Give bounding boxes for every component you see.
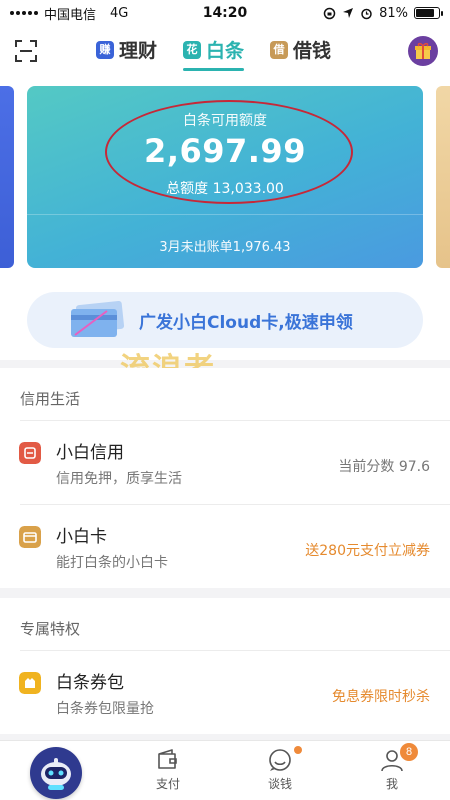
location-icon <box>343 8 354 18</box>
card-promo-text: 送280元支付立减券 <box>305 543 430 559</box>
scan-icon[interactable] <box>14 39 38 63</box>
network-type: 4G <box>110 5 129 21</box>
tab-baitiao[interactable]: 花白条 <box>183 36 245 71</box>
row-title: 小白卡 <box>56 527 107 547</box>
credit-score: 当前分数 97.6 <box>338 459 430 475</box>
tab-licai[interactable]: 赚理财 <box>96 36 157 69</box>
list-item-coupon-pack[interactable]: 白条券包 白条券包限量抢 免息券限时秒杀 <box>0 650 450 734</box>
status-bar: 中国电信 4G 14:20 81% <box>0 0 450 26</box>
alarm-icon <box>361 8 372 19</box>
total-limit: 总额度 13,033.00 <box>166 181 284 197</box>
promo-banner[interactable]: 广发小白Cloud卡,极速申领 <box>27 292 423 348</box>
notification-count-badge: 8 <box>400 743 418 761</box>
bottom-tab-bar: 支付 谈钱 我 8 <box>0 740 450 800</box>
robot-assistant-icon[interactable] <box>30 747 82 799</box>
tab-label: 谈钱 <box>267 777 292 791</box>
available-limit-amount: 2,697.99 <box>144 132 306 170</box>
battery-percent: 81% <box>379 5 408 21</box>
prev-card-peek[interactable] <box>0 86 14 268</box>
card-carousel[interactable]: 白条可用额度 2,697.99 总额度 13,033.00 3月未出账单1,97… <box>0 78 450 278</box>
wallet-icon <box>158 749 177 769</box>
row-divider <box>20 650 450 651</box>
nav-tab-badge: 花 <box>183 40 202 59</box>
promo-text: 广发小白Cloud卡,极速申领 <box>139 312 353 333</box>
signal-icon <box>10 11 38 15</box>
tab-talk-money[interactable]: 谈钱 <box>250 746 310 792</box>
coupon-promo-text: 免息券限时秒杀 <box>332 689 430 705</box>
unbilled-amount[interactable]: 3月未出账单1,976.43 <box>27 236 423 255</box>
row-subtitle: 能打白条的小白卡 <box>56 555 168 571</box>
credit-card-icon <box>67 300 129 339</box>
tab-jieqian[interactable]: 借借钱 <box>270 36 331 69</box>
card-icon <box>19 526 41 548</box>
battery-icon <box>414 7 443 19</box>
tab-label: 支付 <box>155 777 180 791</box>
row-divider <box>20 420 450 421</box>
nav-tab-label: 白条 <box>206 40 245 62</box>
available-limit-label: 白条可用额度 <box>183 113 267 129</box>
gift-icon[interactable] <box>408 36 438 66</box>
row-subtitle: 白条券包限量抢 <box>56 701 154 717</box>
nav-tabs: 赚理财花白条借借钱 <box>96 36 331 71</box>
tab-label: 我 <box>385 777 398 791</box>
tab-pay[interactable]: 支付 <box>138 747 198 792</box>
notification-dot <box>294 746 302 754</box>
coupon-icon <box>19 672 41 694</box>
clock: 14:20 <box>202 5 248 21</box>
section-title-credit-life: 信用生活 <box>0 368 450 420</box>
list-item-xiaobai-credit[interactable]: 小白信用 信用免押，质享生活 当前分数 97.6 <box>0 420 450 504</box>
top-nav: 赚理财花白条借借钱 <box>0 26 450 78</box>
next-card-peek[interactable] <box>436 86 450 268</box>
card-divider <box>27 214 423 215</box>
nav-tab-badge: 借 <box>270 40 289 59</box>
nav-tab-label: 理财 <box>119 40 158 62</box>
list-item-xiaobai-card[interactable]: 小白卡 能打白条的小白卡 送280元支付立减券 <box>0 504 450 588</box>
promo-section: 广发小白Cloud卡,极速申领 <box>0 278 450 360</box>
nav-tab-badge: 赚 <box>96 40 114 59</box>
chat-icon <box>269 749 291 771</box>
tab-me[interactable]: 我 8 <box>362 743 422 792</box>
row-subtitle: 信用免押，质享生活 <box>56 471 182 487</box>
credit-limit-card[interactable]: 白条可用额度 2,697.99 总额度 13,033.00 3月未出账单1,97… <box>27 86 423 268</box>
row-divider <box>20 504 450 505</box>
row-title: 白条券包 <box>56 673 124 693</box>
lock-rotation-icon <box>323 7 336 19</box>
shield-icon <box>19 442 41 464</box>
carrier-name: 中国电信 <box>44 7 97 23</box>
row-title: 小白信用 <box>56 443 124 463</box>
section-title-privileges: 专属特权 <box>0 598 450 650</box>
nav-tab-label: 借钱 <box>293 40 332 62</box>
